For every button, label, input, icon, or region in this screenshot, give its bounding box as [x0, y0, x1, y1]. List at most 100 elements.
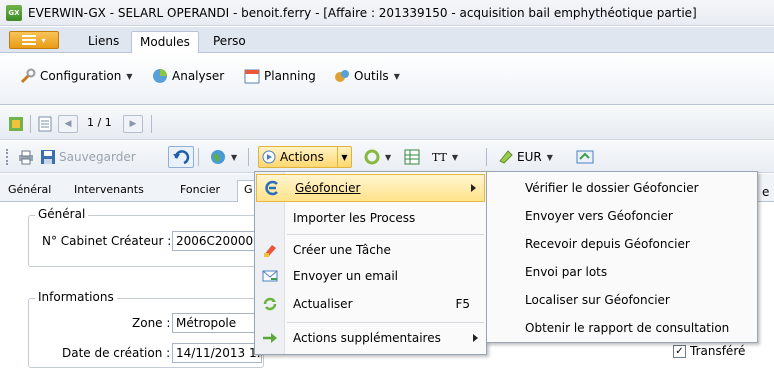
window-title: EVERWIN-GX - SELARL OPERANDI - benoit.fe…	[28, 5, 697, 20]
title-bar: GX EVERWIN-GX - SELARL OPERANDI - benoit…	[0, 0, 774, 26]
convert-button[interactable]	[572, 146, 598, 168]
menu-item-importer-process[interactable]: Importer les Process	[255, 204, 486, 232]
nav-separator	[151, 115, 152, 133]
menu-item-label: Actions supplémentaires	[293, 331, 441, 345]
export-button[interactable]	[400, 146, 424, 168]
transfere-checkbox[interactable]: ✓ Transféré	[673, 344, 745, 358]
analyser-icon	[153, 69, 167, 83]
menu-icon	[22, 35, 37, 45]
configuration-button[interactable]: Configuration ▼	[20, 65, 133, 87]
tab-general[interactable]: Général	[8, 183, 51, 196]
menu-item-label: Actualiser	[293, 297, 353, 311]
currency-dropdown-button[interactable]: EUR ▼	[494, 146, 557, 168]
outils-label: Outils	[354, 69, 389, 83]
menu-item-shortcut: F5	[455, 297, 470, 311]
undo-icon	[173, 150, 190, 165]
menu-item-envoyer-email[interactable]: Envoyer un email	[255, 262, 486, 290]
analyser-button[interactable]: Analyser	[152, 65, 224, 87]
menu-item-label: Créer une Tâche	[293, 243, 391, 257]
currency-label: EUR	[517, 150, 542, 164]
submenu-item-label: Obtenir le rapport de consultation	[525, 321, 730, 335]
analyser-label: Analyser	[172, 69, 225, 83]
floppy-icon	[41, 150, 55, 164]
tab-modules[interactable]: Modules	[131, 31, 199, 53]
grip-handle[interactable]	[6, 149, 9, 165]
convert-icon	[576, 150, 594, 164]
cabinet-field[interactable]: 2006C200009	[172, 231, 262, 251]
print-button[interactable]	[14, 146, 38, 168]
tools-icon	[335, 70, 349, 82]
previous-button[interactable]: ◀	[58, 115, 78, 133]
list-icon[interactable]	[38, 116, 52, 132]
recycle-icon	[364, 149, 380, 165]
submenu-arrow-icon	[473, 334, 478, 342]
submenu-item-label: Localiser sur Géofoncier	[525, 293, 670, 307]
menu-item-label: Géofoncier	[295, 181, 361, 195]
ribbon-tab-row: ▾ Liens Modules Perso	[0, 27, 774, 53]
submenu-item-recevoir[interactable]: Recevoir depuis Géofoncier	[487, 230, 757, 258]
navigation-bar: ◀ 1 / 1 ▶	[0, 106, 774, 140]
chevron-down-icon: ▼	[337, 147, 351, 167]
submenu-item-envoi-lots[interactable]: Envoi par lots	[487, 258, 757, 286]
actions-label: Actions	[280, 150, 324, 164]
transfere-label: Transféré	[690, 344, 746, 358]
submenu-item-label: Envoi par lots	[525, 265, 608, 279]
submenu-item-rapport[interactable]: Obtenir le rapport de consultation	[487, 314, 757, 342]
next-button[interactable]: ▶	[123, 115, 143, 133]
menu-item-creer-tache[interactable]: Créer une Tâche	[255, 236, 486, 264]
planning-button[interactable]: Planning	[244, 65, 316, 87]
submenu-item-label: Vérifier le dossier Géofoncier	[525, 181, 699, 195]
pager-text: 1 / 1	[87, 116, 112, 129]
menu-item-actions-supplementaires[interactable]: Actions supplémentaires	[255, 324, 486, 352]
main-toolbar: Sauvegarder ▼ Actions ▼ ▼ TT ▼ EUR ▼	[0, 141, 774, 173]
task-icon	[261, 241, 279, 259]
submenu-item-label: Recevoir depuis Géofoncier	[525, 237, 690, 251]
arrow-right-icon	[261, 329, 279, 347]
tt-dropdown-button[interactable]: TT ▼	[428, 146, 462, 168]
refresh-icon	[261, 295, 279, 313]
geofoncier-icon	[263, 179, 281, 197]
planning-label: Planning	[264, 69, 316, 83]
date-field[interactable]: 14/11/2013 1…	[172, 343, 262, 363]
save-label: Sauvegarder	[59, 150, 136, 164]
tab-intervenants[interactable]: Intervenants	[74, 183, 144, 196]
group-informations-label: Informations	[35, 290, 117, 304]
zone-label: Zone :	[132, 316, 171, 330]
toolbar-separator	[248, 148, 249, 166]
globe-dropdown-button[interactable]: ▼	[206, 146, 241, 168]
submenu-item-localiser[interactable]: Localiser sur Géofoncier	[487, 286, 757, 314]
toolbar-separator	[198, 148, 199, 166]
spreadsheet-icon	[404, 149, 420, 165]
refresh-dropdown-button[interactable]: ▼	[360, 146, 395, 168]
toolbar-separator	[486, 148, 487, 166]
group-general-label: Général	[35, 207, 89, 221]
submenu-item-verifier[interactable]: Vérifier le dossier Géofoncier	[487, 174, 757, 202]
configuration-label: Configuration	[40, 69, 122, 83]
actions-menu: Géofoncier Importer les Process Créer un…	[254, 171, 487, 355]
submenu-item-envoyer[interactable]: Envoyer vers Géofoncier	[487, 202, 757, 230]
play-circle-icon	[262, 150, 276, 164]
file-menu-button[interactable]: ▾	[9, 31, 59, 49]
submenu-arrow-icon	[471, 184, 476, 192]
wrench-icon	[20, 68, 36, 84]
geofoncier-submenu: Vérifier le dossier Géofoncier Envoyer v…	[486, 171, 758, 343]
ribbon-panel: Configuration ▼ Analyser Planning Outils ▼	[0, 53, 774, 105]
app-icon: GX	[6, 4, 22, 21]
undo-button[interactable]	[168, 146, 194, 168]
printer-icon	[19, 150, 33, 165]
tab-foncier[interactable]: Foncier	[180, 183, 220, 196]
menu-item-actualiser[interactable]: Actualiser F5	[255, 290, 486, 318]
menu-item-geofoncier[interactable]: Géofoncier	[256, 174, 485, 202]
actions-dropdown-button[interactable]: Actions ▼	[258, 146, 352, 168]
menu-separator	[287, 234, 484, 235]
calendar-icon	[244, 69, 260, 84]
submenu-item-label: Envoyer vers Géofoncier	[525, 209, 673, 223]
outils-button[interactable]: Outils ▼	[334, 65, 400, 87]
tab-liens[interactable]: Liens	[80, 31, 127, 53]
menu-item-label: Envoyer un email	[293, 269, 398, 283]
tab-perso[interactable]: Perso	[205, 31, 254, 53]
zone-field[interactable]: Métropole	[172, 313, 262, 333]
menu-separator	[287, 322, 484, 323]
tt-label: TT	[432, 150, 447, 164]
save-button[interactable]: Sauvegarder	[36, 146, 140, 168]
